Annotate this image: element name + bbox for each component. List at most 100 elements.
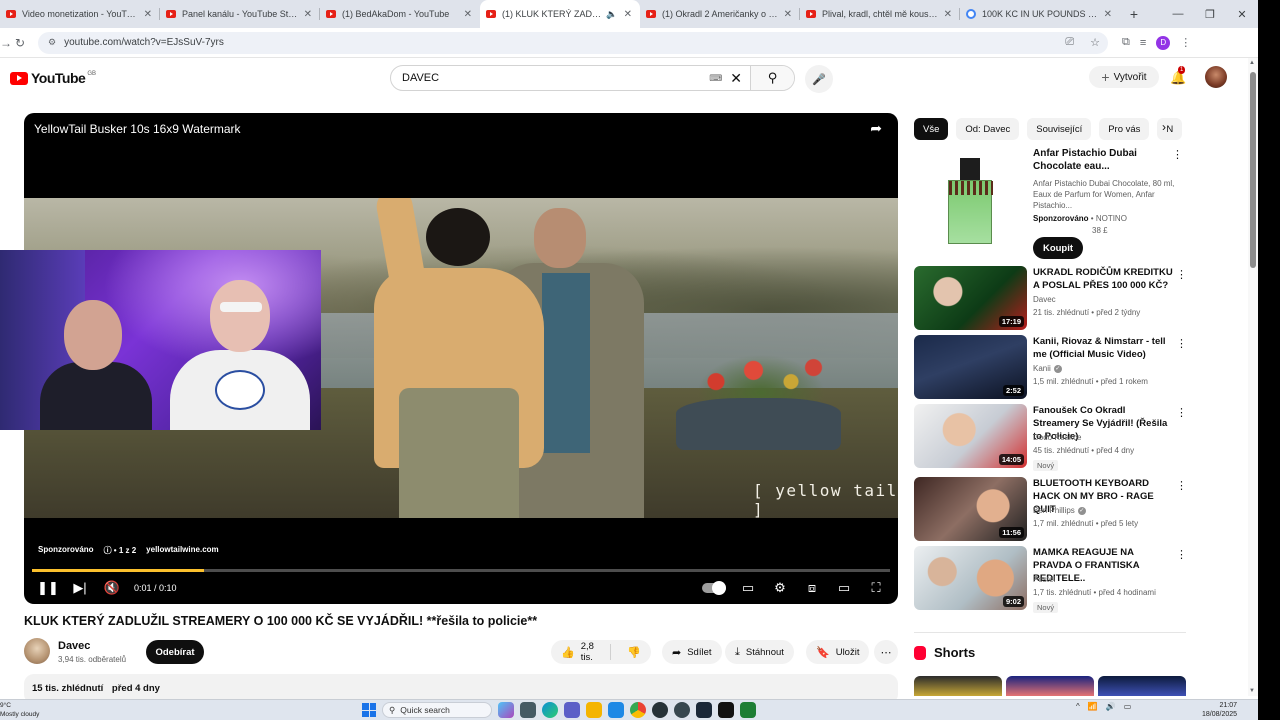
next-icon[interactable]: ▶| <box>64 580 96 596</box>
chip-related[interactable]: Související <box>1027 118 1092 140</box>
sidebar-ad[interactable]: Anfar Pistachio Dubai Chocolate eau... A… <box>914 145 1184 260</box>
channel-name[interactable]: Dodo Reakce <box>1033 433 1081 442</box>
browser-tab[interactable]: Panel kanálu - YouTube Studio ✕ <box>160 0 320 28</box>
obs-icon[interactable] <box>652 702 668 718</box>
list-item[interactable]: 14:05 Fanoušek Co Okradl Streamery Se Vy… <box>914 404 1187 471</box>
browser-tab[interactable]: Video monetization - YouTube ✕ <box>0 0 160 28</box>
reload-icon[interactable]: ↻ <box>8 36 32 50</box>
video-title[interactable]: Kanii, Riovaz & Nimstarr - tell me (Offi… <box>1033 335 1173 361</box>
search-input[interactable]: DAVEC <box>391 72 709 84</box>
channel-name[interactable]: Davec <box>1033 295 1056 304</box>
copilot-icon[interactable] <box>498 702 514 718</box>
video-thumbnail[interactable]: 9:02 <box>914 546 1027 610</box>
list-item[interactable]: 9:02 MAMKA REAGUJE NA PRAVDA O FRANTISKA… <box>914 546 1187 613</box>
cast-icon[interactable]: ⎚ <box>1065 36 1074 49</box>
share-button[interactable]: ➦ Sdílet <box>662 640 722 664</box>
notifications-button[interactable]: 🔔 1 <box>1170 66 1186 86</box>
search-box[interactable]: DAVEC ⌨ ✕ ⚲ <box>390 65 795 91</box>
chevron-right-icon[interactable]: › <box>1162 120 1166 134</box>
video-thumbnail[interactable]: 17:19 <box>914 266 1027 330</box>
ad-title[interactable]: Anfar Pistachio Dubai Chocolate eau... <box>1033 147 1168 173</box>
search-button[interactable]: ⚲ <box>750 66 794 90</box>
chip-all[interactable]: Vše <box>914 118 949 140</box>
ad-video-title[interactable]: YellowTail Busker 10s 16x9 Watermark <box>34 122 241 136</box>
close-tab-icon[interactable]: ✕ <box>144 9 152 20</box>
progress-bar[interactable] <box>32 569 890 572</box>
list-item[interactable]: 2:52 Kanii, Riovaz & Nimstarr - tell me … <box>914 335 1187 399</box>
kebab-menu-icon[interactable]: ⋮ <box>1172 148 1183 161</box>
buy-button[interactable]: Koupit <box>1033 237 1083 259</box>
windows-start-icon[interactable] <box>362 703 376 717</box>
kebab-menu-icon[interactable]: ⋮ <box>1176 548 1187 561</box>
settings-gear-icon[interactable]: ⚙ <box>764 580 796 596</box>
scroll-up-icon[interactable]: ▲ <box>1249 60 1255 66</box>
kebab-menu-icon[interactable]: ⋮ <box>1176 268 1187 281</box>
chrome-icon[interactable] <box>630 702 646 718</box>
close-tab-icon[interactable]: ✕ <box>624 9 632 20</box>
fullscreen-icon[interactable]: ⛶ <box>860 580 892 596</box>
like-button[interactable]: 👍 2,8 tis. <box>551 641 612 663</box>
voice-search-button[interactable]: 🎤 <box>805 65 833 93</box>
browser-menu-icon[interactable]: ⋮ <box>1180 36 1191 49</box>
bookmark-star-icon[interactable]: ☆ <box>1090 36 1100 49</box>
account-avatar[interactable] <box>1205 66 1227 88</box>
kebab-menu-icon[interactable]: ⋮ <box>1176 406 1187 419</box>
save-button[interactable]: 🔖 Uložit <box>806 640 870 664</box>
chip-from-channel[interactable]: Od: Davec <box>956 118 1020 140</box>
steam-icon[interactable] <box>696 702 712 718</box>
store-icon[interactable] <box>608 702 624 718</box>
info-icon[interactable]: ⓘ <box>104 546 112 555</box>
file-explorer-icon[interactable] <box>586 702 602 718</box>
media-player-icon[interactable] <box>674 702 690 718</box>
close-tab-icon[interactable]: ✕ <box>464 9 472 20</box>
channel-name[interactable]: Ben Phillips ✓ <box>1033 506 1086 515</box>
tray-chevron-icon[interactable]: ^ <box>1076 702 1080 711</box>
clear-search-icon[interactable]: ✕ <box>730 70 742 87</box>
channel-name[interactable]: Davec <box>58 640 90 652</box>
short-thumbnail[interactable] <box>914 676 1002 696</box>
weather-widget[interactable]: 9°C Mostly cloudy <box>0 701 39 719</box>
keyboard-icon[interactable]: ⌨ <box>709 73 722 84</box>
close-tab-icon[interactable]: ✕ <box>784 9 792 20</box>
share-arrow-icon[interactable]: ➦ <box>870 120 882 137</box>
teams-icon[interactable] <box>564 702 580 718</box>
browser-tab[interactable]: (1) Okradl 2 Američanky o 2000 ✕ <box>640 0 800 28</box>
browser-tab[interactable]: (1) BedAkaDom - YouTube ✕ <box>320 0 480 28</box>
subtitles-icon[interactable]: ▭ <box>732 580 764 596</box>
capcut-icon[interactable] <box>718 702 734 718</box>
address-bar[interactable]: ⚙ youtube.com/watch?v=EJsSuV-7yrs ⎚ ☆ <box>38 31 1108 54</box>
kebab-menu-icon[interactable]: ⋮ <box>1176 479 1187 492</box>
browser-tab-active[interactable]: (1) KLUK KTERÝ ZADLUŽIL ST 🔈 ✕ <box>480 0 640 28</box>
speaker-icon[interactable]: 🔈 <box>606 9 617 20</box>
ad-domain-link[interactable]: yellowtailwine.com <box>146 545 218 556</box>
short-thumbnail[interactable] <box>1006 676 1094 696</box>
minimize-icon[interactable]: — <box>1162 0 1194 28</box>
site-info-icon[interactable]: ⚙ <box>48 37 56 48</box>
media-controls-icon[interactable]: ≡ <box>1140 37 1146 49</box>
download-button[interactable]: ⤓ Stáhnout <box>725 640 794 664</box>
close-tab-icon[interactable]: ✕ <box>304 9 312 20</box>
video-title[interactable]: UKRADL RODIČŮM KREDITKU A POSLAL PŘES 10… <box>1033 266 1173 292</box>
short-thumbnail[interactable] <box>1098 676 1186 696</box>
channel-avatar[interactable] <box>24 638 50 664</box>
list-item[interactable]: 11:56 BLUETOOTH KEYBOARD HACK ON MY BRO … <box>914 477 1187 541</box>
taskbar-clock[interactable]: 21:07 18/08/2025 <box>1202 701 1237 719</box>
video-thumbnail[interactable]: 2:52 <box>914 335 1027 399</box>
profile-avatar[interactable]: D <box>1156 35 1171 50</box>
create-button[interactable]: + Vytvořit <box>1089 66 1159 88</box>
channel-name[interactable]: Postel <box>1033 575 1055 584</box>
video-thumbnail[interactable]: 14:05 <box>914 404 1027 468</box>
edge-icon[interactable] <box>542 702 558 718</box>
battery-icon[interactable]: ▭ <box>1124 702 1132 711</box>
forward-icon[interactable]: → <box>0 36 12 50</box>
close-window-icon[interactable]: ✕ <box>1226 0 1258 28</box>
browser-tab[interactable]: Plival, kradl, chtěl mě kousnout ✕ <box>800 0 960 28</box>
mute-icon[interactable]: 🔇 <box>96 580 128 596</box>
chip-for-you[interactable]: Pro vás <box>1099 118 1150 140</box>
page-scrollbar[interactable]: ▲ ▼ <box>1248 58 1258 696</box>
scroll-down-icon[interactable]: ▼ <box>1249 688 1255 694</box>
new-tab-button[interactable]: + <box>1120 0 1148 28</box>
spreadsheet-icon[interactable] <box>740 702 756 718</box>
subscribe-button[interactable]: Odebírat <box>146 640 204 664</box>
browser-tab[interactable]: 100K KC IN UK POUNDS - Goo ✕ <box>960 0 1120 28</box>
